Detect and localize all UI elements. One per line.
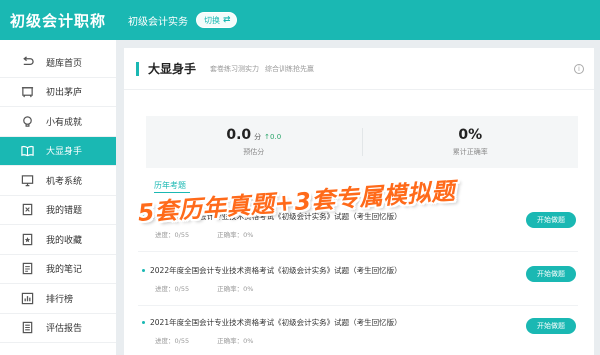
book-icon (20, 144, 34, 158)
sidebar-item-label: 我的错题 (46, 206, 83, 217)
sidebar-item-label: 评估报告 (46, 324, 83, 335)
score-label: 预估分 (243, 148, 265, 156)
bullet-icon (142, 321, 145, 324)
notes-icon (20, 262, 34, 276)
back-icon (20, 55, 34, 69)
rate-label: 累计正确率 (452, 148, 488, 156)
accuracy-rate: 0% 累计正确率 (363, 116, 579, 168)
list-item: 2022年度全国会计专业技术资格考试《初级会计实务》试题（考生回忆版） 进度：0… (138, 260, 578, 306)
section-header: 大显身手 套卷练习测实力 综合训练抢先赢 i (124, 48, 594, 90)
sidebar-item-label: 排行榜 (46, 294, 74, 305)
sidebar-item-favorites[interactable]: 我的收藏 (0, 225, 116, 255)
section-subtitle: 综合训练抢先赢 (265, 64, 315, 73)
report-icon (20, 321, 34, 335)
sidebar-item-ranking[interactable]: 排行榜 (0, 284, 116, 314)
sidebar-item-exam-system[interactable]: 机考系统 (0, 166, 116, 196)
start-exam-button[interactable]: 开始做题 (526, 266, 576, 282)
sidebar-item-label: 题库首页 (46, 58, 83, 69)
sidebar-item-intermediate[interactable]: 小有成就 (0, 107, 116, 137)
section-title: 大显身手 (148, 62, 197, 76)
score-delta: ↑0.0 (264, 133, 282, 141)
sidebar-item-label: 大显身手 (46, 147, 83, 158)
favorite-icon (20, 232, 34, 246)
app-title: 初级会计职称 (10, 11, 107, 30)
sidebar-item-wrong-questions[interactable]: 我的错题 (0, 196, 116, 225)
sidebar-item-advanced[interactable]: 大显身手 (0, 136, 116, 166)
exam-accuracy: 正确率：0% (217, 285, 254, 293)
rate-value: 0% (458, 127, 483, 143)
error-book-icon (20, 203, 34, 217)
sidebar-item-notes[interactable]: 我的笔记 (0, 255, 116, 284)
exam-accuracy: 正确率：0% (217, 231, 254, 239)
bulb-icon (20, 114, 34, 128)
sidebar-item-label: 我的收藏 (46, 235, 83, 246)
bullet-icon (142, 269, 145, 272)
start-exam-button[interactable]: 开始做题 (526, 212, 576, 228)
sidebar-item-report[interactable]: 评估报告 (0, 314, 116, 343)
sidebar-item-beginner[interactable]: 初出茅庐 (0, 78, 116, 107)
sidebar-item-home[interactable]: 题库首页 (0, 48, 116, 78)
switch-subject-button[interactable]: 切换 ⇄ (196, 12, 237, 28)
sidebar-item-label: 我的笔记 (46, 265, 83, 276)
sidebar: 题库首页 初出茅庐 小有成就 大显身手 机考系统 我的错题 我的收藏 我的笔记 … (0, 40, 116, 355)
current-subject: 初级会计实务 (128, 16, 189, 28)
accent-bar (136, 61, 139, 76)
sidebar-item-label: 机考系统 (46, 176, 83, 187)
exam-title: 2022年度全国会计专业技术资格考试《初级会计实务》试题（考生回忆版） (150, 266, 402, 275)
sidebar-item-label: 小有成就 (46, 117, 83, 128)
ranking-icon (20, 291, 34, 305)
sidebar-item-label: 初出茅庐 (46, 88, 83, 99)
divider (138, 305, 578, 306)
info-icon[interactable]: i (574, 64, 584, 74)
frame-icon (20, 85, 34, 99)
main-panel: 大显身手 套卷练习测实力 综合训练抢先赢 i 0.0 分 ↑0.0 预估分 0%… (124, 48, 594, 355)
score-value: 0.0 (226, 127, 252, 143)
score-unit: 分 (254, 133, 262, 141)
exam-progress: 进度：0/55 (155, 285, 190, 293)
section-subtitle: 套卷练习测实力 (210, 64, 260, 73)
exam-progress: 进度：0/55 (155, 337, 190, 345)
list-item: 2021年度全国会计专业技术资格考试《初级会计实务》试题（考生回忆版） 进度：0… (138, 312, 578, 355)
stats-panel: 0.0 分 ↑0.0 预估分 0% 累计正确率 (146, 116, 578, 168)
estimated-score: 0.0 分 ↑0.0 预估分 (146, 116, 362, 168)
divider (138, 251, 578, 252)
top-bar: 初级会计职称 初级会计实务 切换 ⇄ (0, 0, 600, 40)
tab-past-exams[interactable]: 历年考题 (154, 180, 190, 193)
switch-label: 切换 (204, 15, 221, 25)
exam-title: 2021年度全国会计专业技术资格考试《初级会计实务》试题（考生回忆版） (150, 318, 402, 327)
swap-icon: ⇄ (223, 15, 231, 25)
start-exam-button[interactable]: 开始做题 (526, 318, 576, 334)
monitor-icon (20, 173, 34, 187)
tab-label: 历年考题 (154, 181, 186, 190)
exam-accuracy: 正确率：0% (217, 337, 254, 345)
